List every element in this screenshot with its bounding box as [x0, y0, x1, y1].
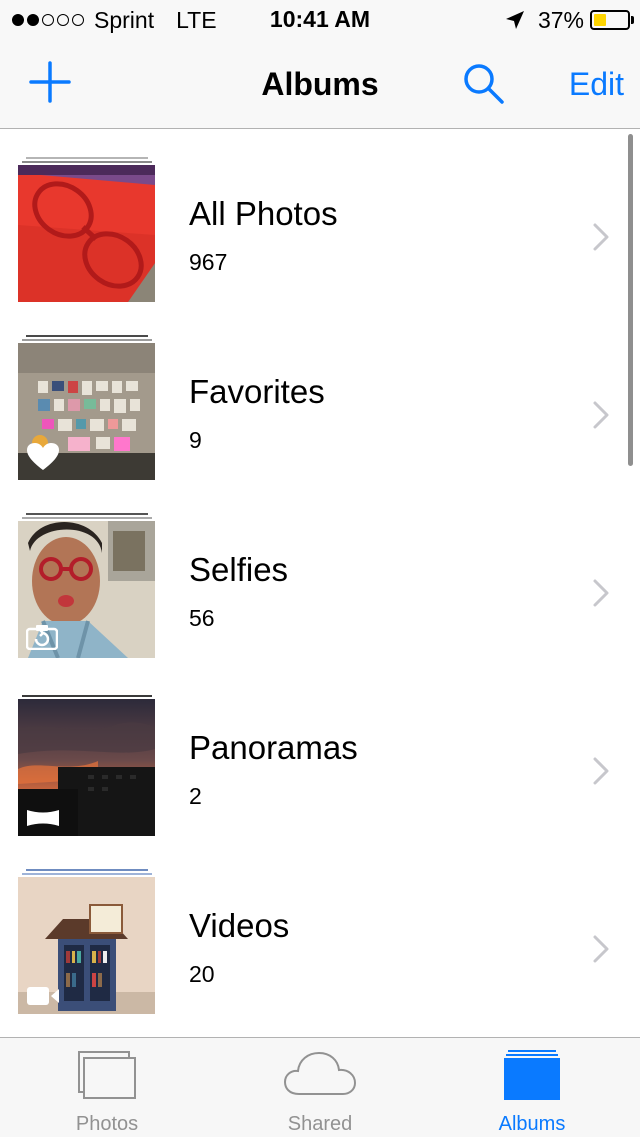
battery-fill: [594, 14, 606, 26]
albums-icon: [504, 1050, 560, 1100]
album-name: All Photos: [189, 195, 338, 232]
status-bar: Sprint LTE 10:41 AM 37%: [0, 0, 640, 40]
album-row-panoramas[interactable]: Panoramas 2: [0, 663, 640, 841]
tab-label: Albums: [498, 1113, 566, 1135]
tab-label: Shared: [287, 1113, 353, 1135]
tab-label: Photos: [75, 1113, 139, 1135]
album-name: Videos: [189, 907, 290, 944]
album-name: Favorites: [189, 373, 325, 410]
album-count: 56: [189, 605, 215, 631]
chevron-right-icon: [593, 935, 609, 963]
tab-shared[interactable]: Shared: [240, 1038, 400, 1137]
navigation-bar: Albums Edit: [0, 40, 640, 129]
location-arrow-icon: [505, 11, 524, 29]
album-list[interactable]: All Photos 967 Favorites 9 Selfies 56 Pa…: [0, 129, 640, 1037]
battery-percent: 37%: [537, 6, 584, 33]
battery-icon: [590, 10, 634, 30]
album-count: 20: [189, 961, 215, 987]
thumbnail-image: [18, 165, 155, 302]
panorama-icon: [27, 810, 59, 826]
tab-bar: Photos Shared Albums: [0, 1037, 640, 1137]
album-thumbnail[interactable]: [18, 877, 155, 1014]
tab-albums[interactable]: Albums: [452, 1038, 612, 1137]
album-thumbnail[interactable]: [18, 165, 155, 302]
cloud-icon: [283, 1051, 357, 1095]
photos-icon: [78, 1051, 136, 1099]
page-title: Albums: [261, 66, 379, 102]
album-count: 9: [189, 427, 202, 453]
album-thumbnail[interactable]: [18, 699, 155, 836]
chevron-right-icon: [593, 579, 609, 607]
chevron-right-icon: [593, 401, 609, 429]
edit-button[interactable]: Edit: [569, 66, 624, 103]
album-thumbnail[interactable]: [18, 521, 155, 658]
video-camera-icon: [27, 987, 59, 1005]
album-row-favorites[interactable]: Favorites 9: [0, 307, 640, 485]
album-row-videos[interactable]: Videos 20: [0, 841, 640, 1019]
search-icon[interactable]: [460, 60, 508, 108]
album-count: 967: [189, 249, 228, 275]
scroll-indicator[interactable]: [628, 134, 633, 466]
chevron-right-icon: [593, 757, 609, 785]
album-name: Panoramas: [189, 729, 358, 766]
album-name: Selfies: [189, 551, 289, 588]
album-thumbnail[interactable]: [18, 343, 155, 480]
album-row-selfies[interactable]: Selfies 56: [0, 485, 640, 663]
tab-photos[interactable]: Photos: [27, 1038, 187, 1137]
album-count: 2: [189, 783, 202, 809]
chevron-right-icon: [593, 223, 609, 251]
front-camera-icon: [26, 625, 58, 650]
album-row-all-photos[interactable]: All Photos 967: [0, 129, 640, 307]
heart-icon: [27, 443, 59, 470]
